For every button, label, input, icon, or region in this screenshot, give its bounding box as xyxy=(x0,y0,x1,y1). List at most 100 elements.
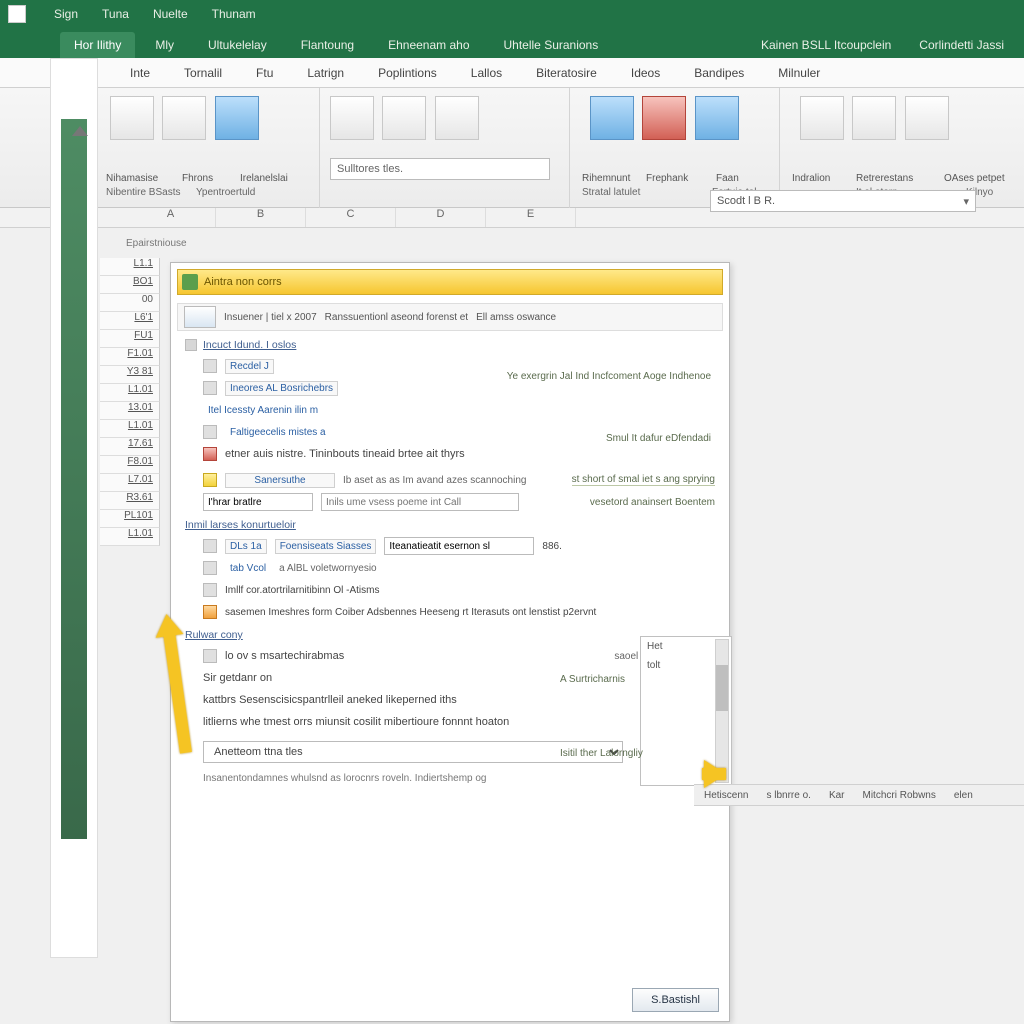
tabs-right-link[interactable]: Corlindetti Jassi xyxy=(919,38,1004,58)
sheet-tab[interactable]: s lbnrre o. xyxy=(766,790,810,801)
ribbon-dropdown[interactable]: Scodt l B R. xyxy=(710,190,976,212)
ribbon-button[interactable] xyxy=(162,96,206,140)
section-title: Rulwar cony xyxy=(185,629,715,641)
tab[interactable]: Ultukelelay xyxy=(194,32,281,58)
dialog-section: Rulwar cony lo ov s msartechirabmas saoe… xyxy=(185,629,715,787)
chevron-up-icon xyxy=(72,126,88,136)
menu-item[interactable]: Nuelte xyxy=(153,7,188,21)
ribbon-button[interactable] xyxy=(800,96,844,140)
tab[interactable]: Ehneenam aho xyxy=(374,32,483,58)
ribbon-tab[interactable]: Inte xyxy=(130,66,150,80)
tabs-right-link[interactable]: Kainen BSLL Itcoupclein xyxy=(761,38,891,58)
row-head[interactable]: 00 xyxy=(100,294,160,312)
grid-cell-text: Imllf cor.atortrilarnitibinn Ol -Atisms xyxy=(225,585,379,596)
item-icon xyxy=(203,425,217,439)
row-head[interactable]: Y3 81 xyxy=(100,366,160,384)
row-head[interactable]: L1.01 xyxy=(100,384,160,402)
ribbon-button[interactable] xyxy=(215,96,259,140)
row-head[interactable]: FU1 xyxy=(100,330,160,348)
sheet-tab[interactable]: Hetiscenn xyxy=(704,790,748,801)
col-head[interactable]: D xyxy=(396,208,486,227)
ribbon-button-label: Fhrons xyxy=(182,173,213,184)
row-head[interactable]: L1.1 xyxy=(100,258,160,276)
row-head[interactable]: L1.01 xyxy=(100,420,160,438)
option-link[interactable]: Faltigeecelis mistes a xyxy=(225,425,331,440)
pair-button[interactable]: Sanersuthe xyxy=(225,473,335,488)
sheet-tab[interactable]: Kar xyxy=(829,790,845,801)
hint-text: Ye exergrin Jal Ind Incfcoment Aoge Indh… xyxy=(507,371,711,382)
grid-cell-text: 886. xyxy=(542,541,561,552)
col-head[interactable]: A xyxy=(126,208,216,227)
row-head[interactable]: R3.61 xyxy=(100,492,160,510)
navigation-pane xyxy=(50,58,98,958)
ribbon-tab[interactable]: Tornalil xyxy=(184,66,222,80)
row-head[interactable]: BO1 xyxy=(100,276,160,294)
ribbon-tab[interactable]: Milnuler xyxy=(778,66,820,80)
row-head[interactable]: L7.01 xyxy=(100,474,160,492)
option-link[interactable]: Itel Icessty Aarenin ilin m xyxy=(203,403,323,418)
ribbon-tab[interactable]: Poplintions xyxy=(378,66,437,80)
value-input[interactable] xyxy=(321,493,519,511)
ribbon-button[interactable] xyxy=(330,96,374,140)
col-head[interactable]: E xyxy=(486,208,576,227)
row-head[interactable]: 13.01 xyxy=(100,402,160,420)
ribbon-tab[interactable]: Lallos xyxy=(471,66,502,80)
tab[interactable]: Mly xyxy=(141,32,188,58)
ribbon-button-label: Frephank xyxy=(646,173,688,184)
ribbon-button-label: Rihemnunt xyxy=(582,173,630,184)
ok-button[interactable]: S.Bastishl xyxy=(632,988,719,1012)
label-input[interactable] xyxy=(203,493,313,511)
ribbon-tabs: Inte Tornalil Ftu Latrign Poplintions La… xyxy=(0,58,1024,88)
tab[interactable]: Uhtelle Suranions xyxy=(490,32,613,58)
item-icon xyxy=(203,605,217,619)
section-icon xyxy=(185,339,197,351)
ribbon-tab[interactable]: Ftu xyxy=(256,66,273,80)
menu-item[interactable]: Sign xyxy=(54,7,78,21)
sheet-tab[interactable]: Mitchcri Robwns xyxy=(863,790,936,801)
grid-cell-button[interactable]: Foensiseats Siasses xyxy=(275,539,377,554)
menu-item[interactable]: Thunam xyxy=(212,7,256,21)
ribbon-button[interactable] xyxy=(435,96,479,140)
menu-item[interactable]: Tuna xyxy=(102,7,129,21)
ribbon-button[interactable] xyxy=(905,96,949,140)
grid-cell-button[interactable]: DLs 1a xyxy=(225,539,267,554)
grid-cell-link[interactable]: tab Vcol xyxy=(225,561,271,576)
tab[interactable]: Hor Ilithy xyxy=(60,32,135,58)
ribbon-tab[interactable]: Latrign xyxy=(307,66,344,80)
scrollbar-thumb[interactable] xyxy=(716,665,728,711)
toolbar-text: Insuener | tiel x 2007 xyxy=(224,312,317,323)
ribbon-button[interactable] xyxy=(852,96,896,140)
row-head[interactable]: 17.61 xyxy=(100,438,160,456)
row-head[interactable]: PL101 xyxy=(100,510,160,528)
section-title-text: Inmil larses konurtueloir xyxy=(185,519,296,531)
option-button[interactable]: Recdel J xyxy=(225,359,274,374)
grid-cell-input[interactable] xyxy=(384,537,534,555)
callout-arrow-right-icon xyxy=(704,760,726,788)
row-head[interactable]: L1.01 xyxy=(100,528,160,546)
name-box[interactable]: Epairstniouse xyxy=(126,238,187,249)
ribbon-search-input[interactable]: Sulltores tles. xyxy=(330,158,550,180)
ribbon-button[interactable] xyxy=(695,96,739,140)
ribbon-tab[interactable]: Biteratosire xyxy=(536,66,597,80)
option-text: kattbrs Sesenscisicspantrlleil aneked li… xyxy=(203,694,457,706)
option-button[interactable]: Ineores AL Bosrichebrs xyxy=(225,381,338,396)
ribbon-group-caption: Ypentroertuld xyxy=(196,187,255,198)
app-tabs: Hor Ilithy Mly Ultukelelay Flantoung Ehn… xyxy=(0,28,1024,58)
col-head[interactable]: C xyxy=(306,208,396,227)
ribbon-button[interactable] xyxy=(642,96,686,140)
tab[interactable]: Flantoung xyxy=(287,32,368,58)
ribbon-button[interactable] xyxy=(110,96,154,140)
ribbon-tab[interactable]: Bandipes xyxy=(694,66,744,80)
row-head[interactable]: L6'1 xyxy=(100,312,160,330)
sheet-tab[interactable]: elen xyxy=(954,790,973,801)
ribbon-button-label: Nihamasise xyxy=(106,173,158,184)
ribbon-button[interactable] xyxy=(382,96,426,140)
row-head[interactable]: F8.01 xyxy=(100,456,160,474)
ribbon-tab[interactable]: Ideos xyxy=(631,66,660,80)
preview-thumb-icon xyxy=(184,306,216,328)
ribbon: Nihamasise Fhrons Irelanelslai Nibentire… xyxy=(0,88,1024,208)
col-head[interactable]: B xyxy=(216,208,306,227)
option-text: etner auis nistre. Tininbouts tineaid br… xyxy=(225,448,465,460)
row-head[interactable]: F1.01 xyxy=(100,348,160,366)
ribbon-button[interactable] xyxy=(590,96,634,140)
